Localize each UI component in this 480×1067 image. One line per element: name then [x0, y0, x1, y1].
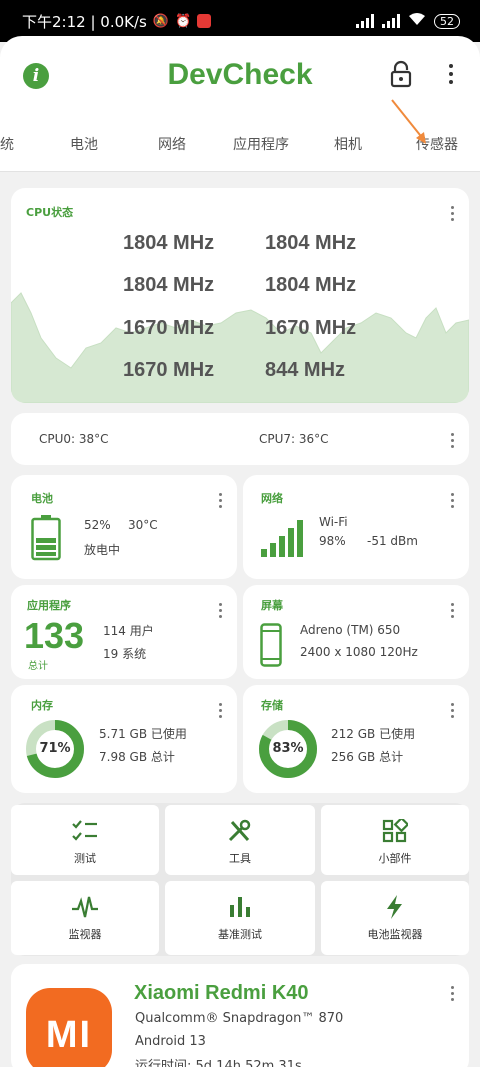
memory-card-title: 内存 — [31, 699, 53, 712]
memory-card-menu-icon[interactable] — [219, 703, 223, 721]
test-tool-button[interactable]: 测试 — [11, 805, 159, 875]
apps-card-title: 应用程序 — [27, 599, 71, 612]
widgets-tool-button[interactable]: 小部件 — [321, 805, 469, 875]
device-uptime: 运行时间: 5d 14h 52m 31s — [135, 1059, 302, 1067]
cpu-freq-3: 1804 MHz — [265, 274, 357, 296]
cpu-usage-graph — [11, 292, 469, 403]
display-resolution: 2400 x 1080 120Hz — [300, 645, 418, 659]
apps-user-count: 114 用户 — [103, 624, 154, 638]
phone-screen-icon — [260, 623, 282, 667]
annotation-arrow — [391, 99, 426, 144]
cpu-status-card[interactable]: CPU状态 1804 MHz 1804 MHz 1804 MHz 1804 MH… — [11, 188, 469, 403]
device-name: Xiaomi Redmi K40 — [134, 982, 309, 1004]
lightning-icon — [387, 895, 402, 919]
battery-card-menu-icon[interactable] — [219, 493, 223, 511]
apps-system-count: 19 系统 — [103, 647, 147, 661]
tools-tool-label: 工具 — [229, 852, 251, 865]
battery-temp: 30°C — [128, 518, 158, 532]
display-card-title: 屏幕 — [261, 599, 283, 612]
storage-used: 212 GB 已使用 — [331, 727, 416, 741]
cpu-freq-5: 1670 MHz — [265, 317, 357, 339]
battery-level-icon — [31, 515, 61, 561]
cpu-card-title: CPU状态 — [26, 206, 74, 219]
cpu-freq-1: 1804 MHz — [265, 232, 357, 254]
battery-card-title: 电池 — [31, 492, 53, 505]
tab-camera[interactable]: 相机 — [334, 134, 362, 154]
pulse-icon — [72, 896, 98, 918]
monitor-tool-label: 监视器 — [68, 928, 102, 941]
display-gpu: Adreno (TM) 650 — [300, 623, 401, 637]
network-type: Wi-Fi — [319, 515, 348, 529]
widgets-tool-label: 小部件 — [378, 852, 412, 865]
cpu7-temp: CPU7: 36°C — [259, 432, 329, 446]
tab-battery[interactable]: 电池 — [70, 134, 98, 154]
storage-card-title: 存储 — [261, 699, 283, 712]
network-card-menu-icon[interactable] — [451, 493, 455, 511]
more-options-icon[interactable] — [446, 64, 456, 90]
notification-app-icon — [197, 14, 212, 28]
test-tool-label: 测试 — [74, 852, 96, 865]
lock-icon[interactable] — [389, 60, 413, 88]
device-card[interactable]: MI Xiaomi Redmi K40 Qualcomm® Snapdragon… — [11, 964, 469, 1067]
battery-monitor-tool-label: 电池监视器 — [367, 928, 423, 941]
display-card-menu-icon[interactable] — [451, 603, 455, 621]
memory-total: 7.98 GB 总计 — [99, 750, 175, 764]
cpu-freq-2: 1804 MHz — [123, 274, 215, 296]
apps-card[interactable]: 应用程序 133 总计 114 用户 19 系统 — [11, 585, 237, 679]
benchmark-tool-label: 基准测试 — [218, 928, 262, 941]
checklist-icon — [72, 820, 97, 841]
xiaomi-logo-text: MI — [45, 1014, 93, 1056]
alarm-icon: ⏰ — [175, 13, 192, 29]
memory-used: 5.71 GB 已使用 — [99, 727, 187, 741]
cpu-card-menu-icon[interactable] — [451, 206, 455, 224]
widgets-icon — [382, 819, 408, 843]
wrench-screwdriver-icon — [228, 819, 251, 842]
memory-card[interactable]: 内存 71% 5.71 GB 已使用 7.98 GB 总计 — [11, 685, 237, 793]
tab-apps[interactable]: 应用程序 — [233, 134, 289, 154]
signal-icon — [356, 14, 374, 28]
apps-card-menu-icon[interactable] — [219, 603, 223, 621]
signal-icon-2 — [382, 14, 400, 28]
cpu-temp-card[interactable]: CPU0: 38°C CPU7: 36°C — [11, 413, 469, 465]
battery-indicator: 52 — [434, 13, 460, 29]
battery-monitor-tool-button[interactable]: 电池监视器 — [321, 881, 469, 955]
battery-percent: 52% — [84, 518, 111, 532]
network-card-title: 网络 — [261, 492, 283, 505]
apps-total-label: 总计 — [28, 661, 48, 672]
wifi-icon — [408, 12, 426, 30]
network-strength: 98% — [319, 534, 346, 548]
bar-chart-icon — [230, 897, 250, 917]
device-os: Android 13 — [135, 1034, 206, 1049]
apps-total-count: 133 — [24, 615, 85, 656]
battery-card[interactable]: 电池 52% 30°C 放电中 — [11, 475, 237, 579]
battery-status: 放电中 — [84, 543, 121, 557]
monitor-tool-button[interactable]: 监视器 — [11, 881, 159, 955]
status-time: 下午2:12 | 0.0K/s — [22, 12, 147, 31]
benchmark-tool-button[interactable]: 基准测试 — [165, 881, 315, 955]
mute-icon: 🔕 — [152, 13, 170, 29]
cpu-freq-6: 1670 MHz — [123, 359, 215, 381]
display-card[interactable]: 屏幕 Adreno (TM) 650 2400 x 1080 120Hz — [243, 585, 469, 679]
network-dbm: -51 dBm — [367, 534, 418, 548]
device-card-menu-icon[interactable] — [451, 986, 455, 1004]
storage-card-menu-icon[interactable] — [451, 703, 455, 721]
memory-percent: 71% — [39, 741, 71, 756]
storage-card[interactable]: 存储 83% 212 GB 已使用 256 GB 总计 — [243, 685, 469, 793]
tab-network[interactable]: 网络 — [158, 134, 186, 154]
xiaomi-logo: MI — [26, 988, 112, 1067]
cpu-freq-0: 1804 MHz — [123, 232, 215, 254]
network-card[interactable]: 网络 Wi-Fi 98% -51 dBm — [243, 475, 469, 579]
cpu0-temp: CPU0: 38°C — [39, 432, 109, 446]
device-soc: Qualcomm® Snapdragon™ 870 — [135, 1011, 344, 1026]
cpu-freq-4: 1670 MHz — [123, 317, 215, 339]
wifi-signal-bars-icon — [261, 520, 303, 557]
cpu-temp-menu-icon[interactable] — [451, 433, 455, 451]
cpu-freq-7: 844 MHz — [265, 359, 346, 381]
storage-percent: 83% — [272, 741, 304, 756]
tab-system[interactable]: 统 — [0, 134, 14, 154]
tools-tool-button[interactable]: 工具 — [165, 805, 315, 875]
storage-total: 256 GB 总计 — [331, 750, 404, 764]
